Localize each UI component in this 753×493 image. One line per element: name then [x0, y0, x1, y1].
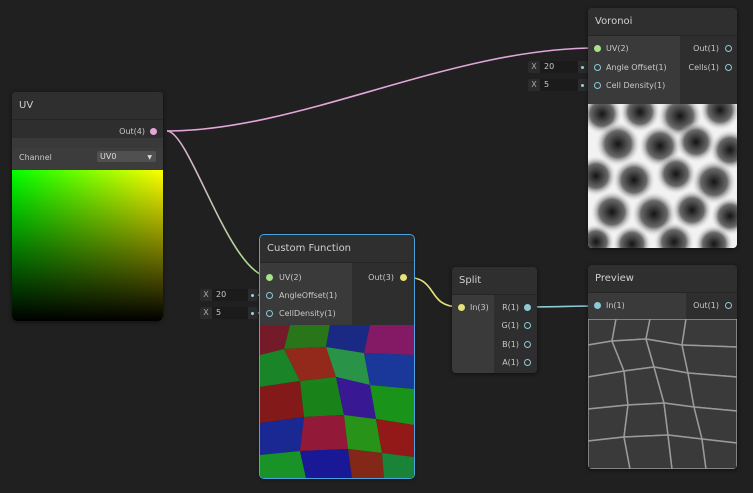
cf-angle-label: AngleOffset(1) — [279, 291, 338, 300]
voronoi-angle-label: Angle Offset(1) — [606, 63, 667, 72]
field-connector-icon — [251, 312, 254, 315]
cf-density-label: CellDensity(1) — [279, 309, 336, 318]
voronoi-cells-port[interactable] — [725, 64, 732, 71]
voronoi-uv-label: UV(2) — [606, 44, 629, 53]
split-a-label: A(1) — [502, 358, 519, 367]
cf-uv-label: UV(2) — [279, 273, 302, 282]
uv-out-label: Out(4) — [119, 127, 145, 136]
split-g-label: G(1) — [501, 321, 519, 330]
cf-density-value[interactable]: 5 — [212, 307, 248, 319]
preview-node[interactable]: Preview In(1) Out(1) — [588, 265, 737, 469]
cf-angle-axis: X — [203, 290, 209, 299]
voronoi-angle-axis: X — [531, 62, 537, 71]
split-in-port[interactable] — [458, 304, 465, 311]
voronoi-out-port[interactable] — [725, 45, 732, 52]
voronoi-preview — [588, 104, 737, 248]
preview-in-label: In(1) — [606, 301, 625, 310]
field-connector-icon — [251, 294, 254, 297]
cf-density-port[interactable] — [266, 310, 273, 317]
preview-node-title: Preview — [588, 265, 737, 293]
split-node[interactable]: Split In(3) R(1) G(1) B(1) A(1) — [452, 267, 537, 373]
cf-density-axis: X — [203, 308, 209, 317]
voronoi-density-label: Cell Density(1) — [606, 81, 666, 90]
voronoi-node-title: Voronoi — [588, 8, 737, 36]
preview-out-label: Out(1) — [693, 301, 719, 310]
cf-uv-port[interactable] — [266, 274, 273, 281]
custom-function-title: Custom Function — [260, 235, 414, 263]
cf-angle-port[interactable] — [266, 292, 273, 299]
voronoi-density-port[interactable] — [594, 82, 601, 89]
split-a-port[interactable] — [524, 359, 531, 366]
split-r-port[interactable] — [524, 304, 531, 311]
voronoi-node[interactable]: Voronoi UV(2) Angle Offset(1) Cell Densi… — [588, 8, 737, 248]
voronoi-angle-value[interactable]: 20 — [540, 61, 578, 73]
preview-image — [588, 319, 737, 469]
uv-channel-value: UV0 — [100, 152, 117, 161]
voronoi-cells-label: Cells(1) — [688, 63, 719, 72]
field-connector-icon — [581, 84, 584, 87]
uv-node[interactable]: UV Out(4) Channel UV0 ▼ — [12, 92, 163, 321]
uv-out-port[interactable] — [150, 128, 157, 135]
preview-in-port[interactable] — [594, 302, 601, 309]
wire-uv-to-custom-function[interactable] — [166, 130, 271, 278]
voronoi-angle-offset-field[interactable]: X 20 — [528, 61, 588, 73]
split-b-label: B(1) — [502, 340, 519, 349]
voronoi-cell-density-field[interactable]: X5 — [528, 79, 588, 91]
chevron-down-icon: ▼ — [147, 154, 152, 161]
custom-function-node[interactable]: Custom Function UV(2) AngleOffset(1) Cel… — [259, 234, 415, 479]
voronoi-density-axis: X — [531, 80, 537, 89]
wire-split-to-preview[interactable] — [527, 305, 597, 308]
split-node-title: Split — [452, 267, 537, 295]
split-g-port[interactable] — [524, 322, 531, 329]
voronoi-density-value[interactable]: 5 — [540, 79, 578, 91]
field-connector-icon — [581, 66, 584, 69]
split-r-label: R(1) — [502, 303, 519, 312]
preview-inputs-panel — [588, 293, 686, 319]
cf-angle-offset-field[interactable]: X 20 — [200, 289, 258, 301]
voronoi-out-label: Out(1) — [693, 44, 719, 53]
cf-out-port[interactable] — [400, 274, 407, 281]
voronoi-uv-port[interactable] — [594, 45, 601, 52]
uv-node-title: UV — [12, 92, 163, 120]
split-b-port[interactable] — [524, 341, 531, 348]
split-in-label: In(3) — [470, 303, 489, 312]
uv-channel-dropdown[interactable]: UV0 ▼ — [97, 151, 156, 162]
custom-function-preview — [260, 325, 414, 478]
uv-channel-label: Channel — [19, 153, 52, 162]
voronoi-angle-port[interactable] — [594, 64, 601, 71]
cf-cell-density-field[interactable]: X5 — [200, 307, 258, 319]
cf-out-label: Out(3) — [368, 273, 394, 282]
cf-angle-value[interactable]: 20 — [212, 289, 248, 301]
preview-out-port[interactable] — [725, 302, 732, 309]
